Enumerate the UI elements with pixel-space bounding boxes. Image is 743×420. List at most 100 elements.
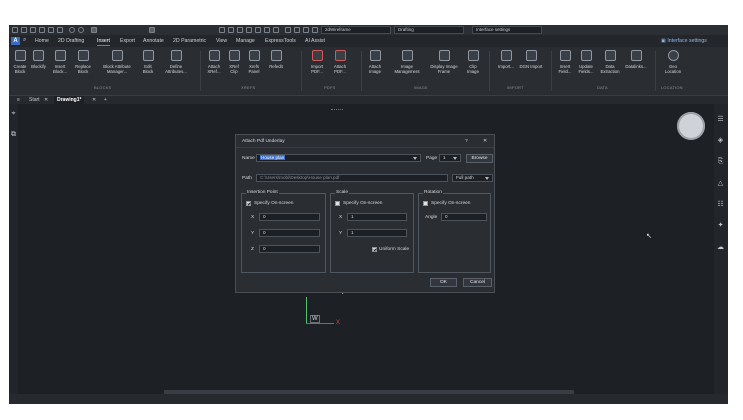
path-field[interactable]: C:\Users\mobi\Desktop\House plan.pdf <box>256 174 448 182</box>
xref-clip-button[interactable]: XRef Clip <box>226 50 242 74</box>
redo-icon[interactable] <box>78 27 84 33</box>
scale-x-input[interactable]: 1 <box>347 213 407 221</box>
scale-y-input[interactable]: 1 <box>347 229 407 237</box>
define-attributes-button[interactable]: Define Attributes... <box>159 50 193 74</box>
insertion-specify-checkbox[interactable] <box>246 201 251 206</box>
osnap-icon[interactable] <box>255 27 261 33</box>
save-as-icon[interactable] <box>39 27 45 33</box>
snap-icon[interactable] <box>219 27 225 33</box>
plot-icon[interactable] <box>57 27 63 33</box>
attach-image-button[interactable]: Attach Image <box>365 50 385 74</box>
button-label: Import PDF... <box>310 64 324 74</box>
tab-2d-parametric[interactable]: 2D Parametric <box>173 38 206 44</box>
ortho-icon[interactable] <box>237 27 243 33</box>
settings-icon[interactable]: ✦ <box>717 222 724 229</box>
tab-expresstools[interactable]: ExpressTools <box>265 38 296 44</box>
layer-iso-icon[interactable] <box>312 27 318 33</box>
help-button[interactable]: ? <box>465 139 468 144</box>
scale-specify-checkbox[interactable] <box>335 201 340 206</box>
library-icon[interactable]: △ <box>717 180 724 187</box>
attachments-icon[interactable]: ⎘ <box>717 158 724 165</box>
tab-start[interactable]: Start <box>29 96 40 104</box>
tab-drawing1[interactable]: Drawing1* <box>54 96 85 104</box>
update-fields-button[interactable]: Update Fields... <box>576 50 596 74</box>
new-icon[interactable] <box>12 27 18 33</box>
xrefs-panel-icon <box>248 50 260 61</box>
tab-2d-drafting[interactable]: 2D Drafting <box>58 38 84 44</box>
ribbon-tabs: A ⌕ Home 2D Drafting Insert Export Annot… <box>9 35 728 47</box>
drafting-select[interactable]: Drafting <box>394 26 464 34</box>
interface-settings-select[interactable]: Interface settings <box>472 26 542 34</box>
save-icon[interactable] <box>30 27 36 33</box>
tab-annotate[interactable]: Annotate <box>143 38 164 44</box>
insertion-x-input[interactable]: 0 <box>259 213 320 221</box>
import-pdf-button[interactable]: Import PDF... <box>307 50 327 74</box>
angle-input[interactable]: 0 <box>441 213 487 221</box>
uniform-scale-checkbox[interactable] <box>372 247 377 252</box>
print-icon[interactable] <box>48 27 54 33</box>
insertion-z-input[interactable]: 0 <box>259 245 320 253</box>
block-attribute-manager-button[interactable]: Block Attribute Manager... <box>97 50 137 74</box>
page-select[interactable]: 1 <box>439 154 461 162</box>
close-icon[interactable]: ✕ <box>44 96 48 104</box>
tab-insert[interactable]: Insert <box>97 38 110 46</box>
location-pin-icon[interactable]: ⌖ <box>10 110 17 117</box>
replace-block-button[interactable]: Replace Block <box>71 50 95 74</box>
view-cube[interactable] <box>677 112 705 140</box>
clip-image-button[interactable]: Clip Image <box>464 50 482 74</box>
color-icon[interactable] <box>149 27 155 33</box>
refedit-button[interactable]: Refedit <box>266 50 286 69</box>
lineweight-icon[interactable] <box>273 27 279 33</box>
layers-icon[interactable]: ⧉ <box>10 131 17 138</box>
geo-location-button[interactable]: Geo Location <box>661 50 685 74</box>
app-menu-button[interactable]: A <box>11 37 20 45</box>
tab-ai-assist[interactable]: AI Assist <box>305 38 325 44</box>
attach-xref-button[interactable]: Attach XRef... <box>205 50 223 74</box>
open-icon[interactable] <box>21 27 27 33</box>
rotation-specify-checkbox[interactable] <box>423 201 428 206</box>
import-button[interactable]: Import... <box>494 50 518 69</box>
edit-block-button[interactable]: Edit Block <box>139 50 157 74</box>
close-button[interactable]: ✕ <box>483 139 487 144</box>
tab-view[interactable]: View <box>216 38 227 44</box>
new-tab-button[interactable]: + <box>104 96 107 104</box>
tab-export[interactable]: Export <box>120 38 135 44</box>
browse-button[interactable]: Browse <box>466 154 493 163</box>
blocks-panel-icon[interactable]: ☷ <box>717 201 724 208</box>
close-icon[interactable]: ✕ <box>92 96 96 104</box>
ucs-w-label: W <box>310 315 320 323</box>
cancel-button[interactable]: Cancel <box>463 278 492 287</box>
path-type-select[interactable]: Full path <box>452 174 493 182</box>
layer-state-icon[interactable] <box>294 27 300 33</box>
data-extraction-button[interactable]: Data Extraction <box>598 50 622 74</box>
search-icon[interactable]: ⌕ <box>23 37 26 44</box>
insert-block-button[interactable]: Insert Block... <box>50 50 70 74</box>
workspace-select[interactable]: 2dWireframe <box>321 26 391 34</box>
grid-icon[interactable] <box>228 27 234 33</box>
tab-home[interactable]: Home <box>35 38 49 44</box>
layer-match-icon[interactable] <box>303 27 309 33</box>
name-select[interactable]: House plan <box>256 154 421 162</box>
cloud-icon[interactable]: ☁ <box>717 244 724 251</box>
ok-button[interactable]: OK <box>430 278 457 287</box>
insertion-y-input[interactable]: 0 <box>259 229 320 237</box>
attach-pdf-button[interactable]: Attach PDF... <box>330 50 350 74</box>
datalinks-button[interactable]: Datalinks... <box>623 50 649 69</box>
polar-icon[interactable] <box>246 27 252 33</box>
otrack-icon[interactable] <box>264 27 270 33</box>
interface-settings-link[interactable]: ▣ Interface settings <box>661 38 707 44</box>
xrefs-panel-button[interactable]: Xrefs Panel <box>245 50 263 74</box>
insert-field-button[interactable]: Insert Field... <box>556 50 574 74</box>
menu-icon[interactable]: ≡ <box>17 96 20 104</box>
properties-panel-icon[interactable]: ☰ <box>717 116 724 123</box>
image-management-button[interactable]: Image Management <box>389 50 425 74</box>
display-image-frame-button[interactable]: Display Image Frame <box>427 50 461 74</box>
undo-icon[interactable] <box>69 27 75 33</box>
create-block-button[interactable]: Create Block <box>12 50 28 74</box>
blockify-button[interactable]: Blockify <box>30 50 47 69</box>
dgn-import-button[interactable]: DGN Import <box>519 50 543 69</box>
properties-icon[interactable] <box>91 27 97 33</box>
tab-manage[interactable]: Manage <box>236 38 255 44</box>
layers-panel-icon[interactable]: ◈ <box>717 137 724 144</box>
layer-icon[interactable] <box>285 27 291 33</box>
